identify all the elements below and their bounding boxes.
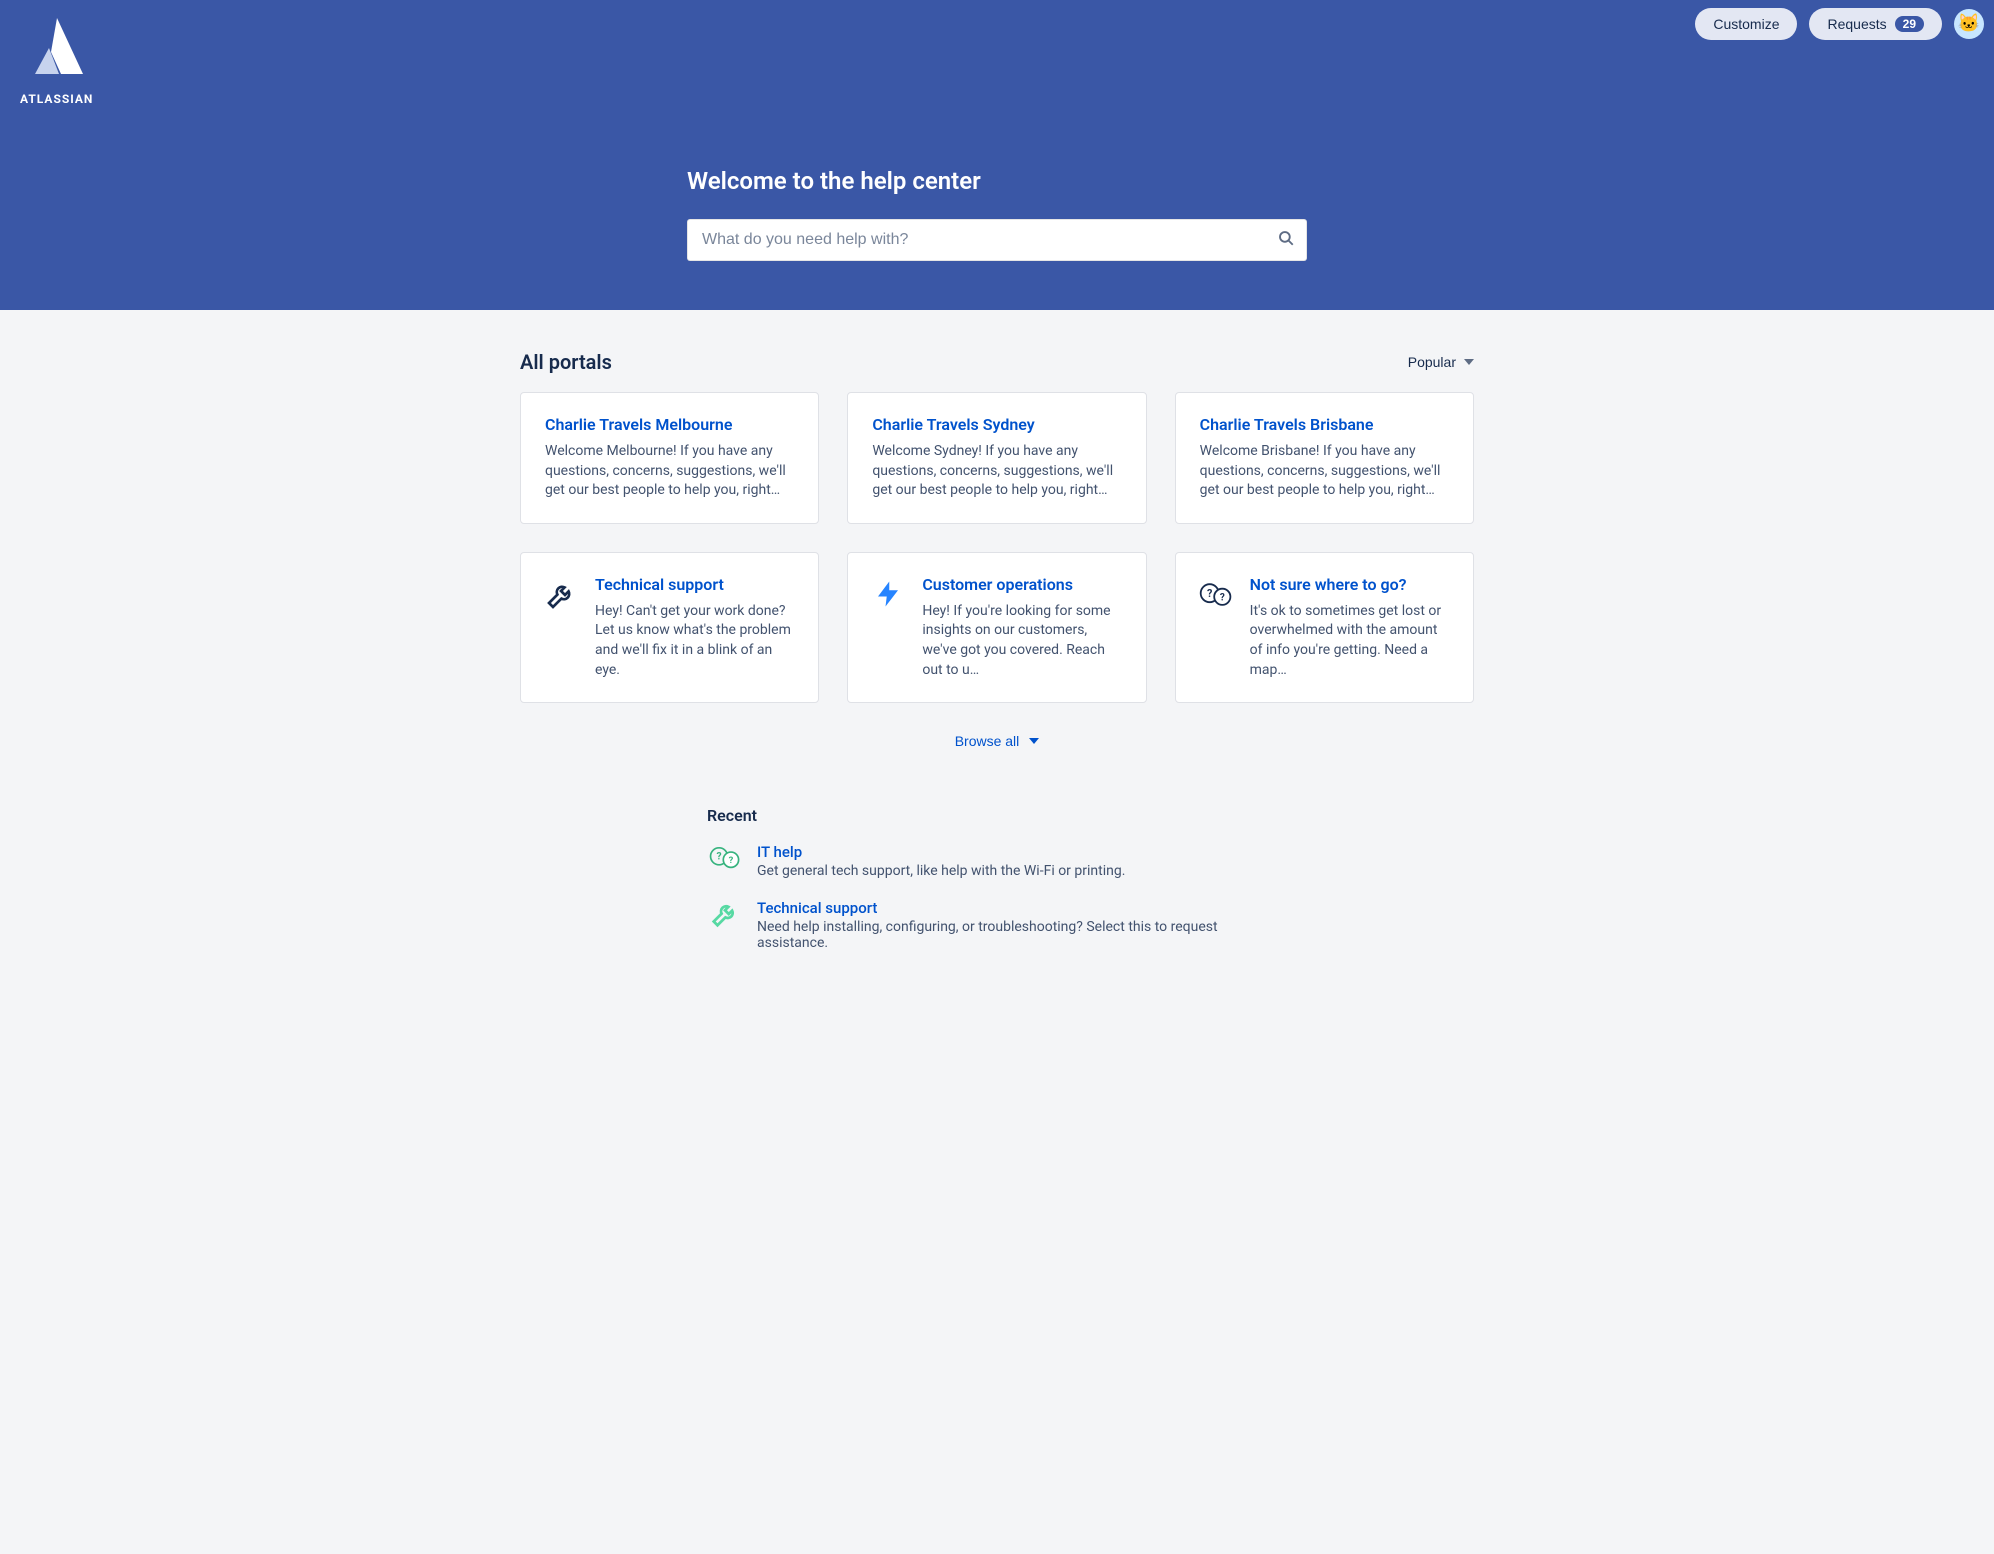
hero-inner: Welcome to the help center	[687, 12, 1307, 261]
portals-heading: All portals	[520, 350, 612, 374]
requests-count-badge: 29	[1895, 16, 1924, 32]
portals-header: All portals Popular	[520, 350, 1474, 374]
customize-button[interactable]: Customize	[1695, 8, 1797, 40]
portal-card-title: Charlie Travels Brisbane	[1200, 415, 1449, 434]
portal-card-desc: Welcome Sydney! If you have any question…	[872, 442, 1121, 501]
portal-card-title: Customer operations	[922, 575, 1123, 594]
sort-dropdown[interactable]: Popular	[1408, 354, 1474, 370]
user-avatar[interactable]: 🐱	[1954, 9, 1984, 39]
brand-name: ATLASSIAN	[20, 92, 93, 106]
search-icon	[1277, 229, 1295, 251]
avatar-icon: 🐱	[1958, 15, 1980, 33]
recent-item-technical-support[interactable]: Technical support Need help installing, …	[707, 899, 1287, 951]
portal-card-title: Technical support	[595, 575, 796, 594]
recent-section: Recent ? ? IT help Get general tech supp…	[707, 806, 1287, 951]
question-bubbles-icon: ? ?	[707, 843, 743, 873]
portal-card-customer-operations[interactable]: Customer operations Hey! If you're looki…	[847, 552, 1146, 703]
portal-card-desc: Welcome Brisbane! If you have any questi…	[1200, 442, 1449, 501]
recent-item-desc: Need help installing, configuring, or tr…	[757, 919, 1287, 951]
portal-card-title: Charlie Travels Sydney	[872, 415, 1121, 434]
chevron-down-icon	[1464, 359, 1474, 365]
customize-button-label: Customize	[1713, 16, 1779, 32]
sort-label: Popular	[1408, 354, 1456, 370]
portal-card-desc: Welcome Melbourne! If you have any quest…	[545, 442, 794, 501]
header-actions: Customize Requests 29 🐱	[1695, 8, 1984, 40]
portal-card-title: Not sure where to go?	[1250, 575, 1451, 594]
wrench-icon	[707, 899, 743, 929]
requests-button-label: Requests	[1827, 16, 1886, 32]
question-bubbles-icon: ? ?	[1198, 579, 1234, 611]
search-box	[687, 219, 1307, 261]
browse-all-label: Browse all	[955, 733, 1020, 749]
brand-logo-block: ATLASSIAN	[20, 14, 93, 106]
portal-card-sydney[interactable]: Charlie Travels Sydney Welcome Sydney! I…	[847, 392, 1146, 524]
recent-heading: Recent	[707, 806, 1287, 825]
portal-card-desc: It's ok to sometimes get lost or overwhe…	[1250, 602, 1451, 680]
requests-button[interactable]: Requests 29	[1809, 8, 1942, 40]
svg-text:?: ?	[717, 852, 722, 863]
recent-item-it-help[interactable]: ? ? IT help Get general tech support, li…	[707, 843, 1287, 879]
svg-text:?: ?	[1219, 592, 1224, 603]
svg-text:?: ?	[1207, 587, 1212, 600]
search-input[interactable]	[687, 219, 1307, 261]
portal-card-melbourne[interactable]: Charlie Travels Melbourne Welcome Melbou…	[520, 392, 819, 524]
wrench-icon	[543, 579, 579, 611]
portal-card-desc: Hey! Can't get your work done? Let us kn…	[595, 602, 796, 680]
portal-card-title: Charlie Travels Melbourne	[545, 415, 794, 434]
page-title: Welcome to the help center	[687, 167, 1307, 195]
svg-text:?: ?	[729, 855, 734, 866]
portal-card-desc: Hey! If you're looking for some insights…	[922, 602, 1123, 680]
browse-all-button[interactable]: Browse all	[955, 733, 1040, 749]
atlassian-logo-icon	[23, 14, 91, 86]
main-content: All portals Popular Charlie Travels Melb…	[512, 310, 1482, 1011]
recent-item-title: Technical support	[757, 899, 1287, 917]
portal-card-not-sure[interactable]: ? ? Not sure where to go? It's ok to som…	[1175, 552, 1474, 703]
portal-card-technical-support[interactable]: Technical support Hey! Can't get your wo…	[520, 552, 819, 703]
recent-item-desc: Get general tech support, like help with…	[757, 863, 1125, 879]
chevron-down-icon	[1029, 738, 1039, 744]
portals-grid: Charlie Travels Melbourne Welcome Melbou…	[520, 392, 1474, 703]
hero-banner: ATLASSIAN Customize Requests 29 🐱 Welcom…	[0, 0, 1994, 310]
portal-card-brisbane[interactable]: Charlie Travels Brisbane Welcome Brisban…	[1175, 392, 1474, 524]
bolt-icon	[870, 579, 906, 609]
browse-all-row: Browse all	[520, 733, 1474, 750]
recent-item-title: IT help	[757, 843, 1125, 861]
